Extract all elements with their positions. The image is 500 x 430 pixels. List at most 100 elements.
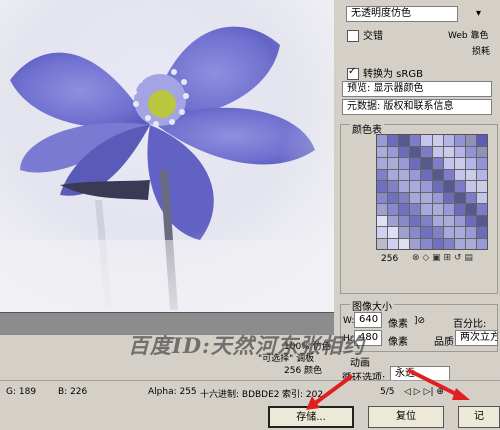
color-swatch[interactable] [399,227,410,238]
color-swatch[interactable] [454,146,465,157]
color-swatch[interactable] [399,146,410,157]
color-swatch[interactable] [454,169,465,180]
color-swatch[interactable] [443,227,454,238]
color-swatch[interactable] [399,181,410,192]
color-swatch[interactable] [465,215,476,226]
color-table-toolbar[interactable]: ⊗ ◇ ▣ ⊞ ↺ ▤ [412,253,473,263]
color-swatch[interactable] [377,158,388,169]
color-swatch[interactable] [476,227,487,238]
color-swatch[interactable] [432,192,443,203]
color-swatch[interactable] [443,192,454,203]
color-swatch[interactable] [421,238,432,249]
color-swatch[interactable] [432,227,443,238]
color-swatch[interactable] [443,215,454,226]
color-swatch[interactable] [443,238,454,249]
color-swatch[interactable] [388,204,399,215]
color-swatch[interactable] [388,135,399,146]
color-swatch[interactable] [388,169,399,180]
color-swatch[interactable] [465,158,476,169]
color-swatch[interactable] [421,192,432,203]
color-swatch[interactable] [443,204,454,215]
color-swatch[interactable] [465,204,476,215]
color-swatch[interactable] [476,135,487,146]
color-swatch[interactable] [454,181,465,192]
color-swatch[interactable] [421,135,432,146]
color-swatch[interactable] [377,169,388,180]
color-swatch[interactable] [377,181,388,192]
done-button[interactable]: 记 [458,406,500,428]
color-swatch[interactable] [421,215,432,226]
color-swatch[interactable] [432,158,443,169]
color-swatch[interactable] [465,192,476,203]
color-swatch[interactable] [388,192,399,203]
width-input[interactable]: 640 [354,312,382,328]
color-swatch[interactable] [410,192,421,203]
color-swatch[interactable] [465,181,476,192]
color-swatch[interactable] [388,146,399,157]
color-swatch[interactable] [410,204,421,215]
color-swatch[interactable] [432,204,443,215]
chevron-down-icon[interactable]: ▾ [476,8,481,19]
color-swatch[interactable] [399,192,410,203]
color-swatch[interactable] [465,169,476,180]
color-swatch-grid[interactable] [376,134,488,250]
color-swatch[interactable] [388,215,399,226]
color-swatch[interactable] [454,135,465,146]
color-swatch[interactable] [388,238,399,249]
color-swatch[interactable] [399,215,410,226]
color-swatch[interactable] [443,181,454,192]
color-swatch[interactable] [377,215,388,226]
color-swatch[interactable] [388,181,399,192]
color-swatch[interactable] [388,158,399,169]
link-icon[interactable]: ]⊘ [414,316,425,326]
metadata-select[interactable]: 元数据: 版权和联系信息 [342,99,492,115]
color-swatch[interactable] [432,135,443,146]
color-swatch[interactable] [421,181,432,192]
color-swatch[interactable] [476,181,487,192]
color-swatch[interactable] [476,146,487,157]
color-swatch[interactable] [399,238,410,249]
color-swatch[interactable] [476,204,487,215]
color-swatch[interactable] [432,146,443,157]
color-swatch[interactable] [443,146,454,157]
color-swatch[interactable] [454,158,465,169]
color-swatch[interactable] [410,215,421,226]
preview-select[interactable]: 预览: 显示器颜色 [342,81,492,97]
color-swatch[interactable] [476,215,487,226]
color-swatch[interactable] [399,135,410,146]
quality-select[interactable]: 两次立方 [455,330,498,346]
color-swatch[interactable] [465,146,476,157]
color-swatch[interactable] [476,238,487,249]
color-swatch[interactable] [454,215,465,226]
color-swatch[interactable] [476,169,487,180]
color-swatch[interactable] [421,169,432,180]
color-swatch[interactable] [421,204,432,215]
color-swatch[interactable] [410,181,421,192]
color-swatch[interactable] [432,238,443,249]
color-swatch[interactable] [465,227,476,238]
reset-button[interactable]: 复位 [368,406,444,428]
color-swatch[interactable] [443,169,454,180]
color-swatch[interactable] [465,135,476,146]
color-swatch[interactable] [432,169,443,180]
color-swatch[interactable] [377,192,388,203]
color-swatch[interactable] [454,227,465,238]
dither-select[interactable]: 无透明度仿色 [346,6,458,22]
color-swatch[interactable] [432,181,443,192]
color-swatch[interactable] [421,158,432,169]
color-swatch[interactable] [410,227,421,238]
color-swatch[interactable] [399,169,410,180]
color-swatch[interactable] [476,158,487,169]
convert-srgb-checkbox[interactable]: 转换为 sRGB [347,65,423,80]
color-swatch[interactable] [377,204,388,215]
color-swatch[interactable] [454,192,465,203]
color-swatch[interactable] [410,238,421,249]
color-swatch[interactable] [443,158,454,169]
color-swatch[interactable] [432,215,443,226]
color-swatch[interactable] [465,238,476,249]
color-swatch[interactable] [377,135,388,146]
interlaced-checkbox[interactable]: 交错 [347,27,383,42]
color-swatch[interactable] [454,204,465,215]
color-swatch[interactable] [410,169,421,180]
color-swatch[interactable] [421,146,432,157]
